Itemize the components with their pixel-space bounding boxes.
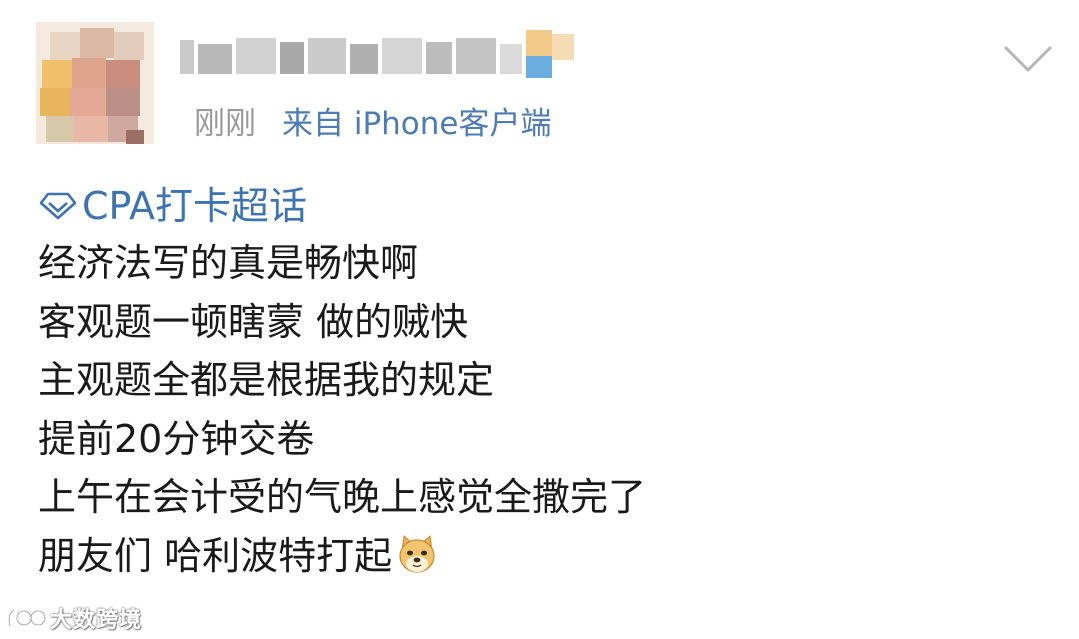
post-line: 上午在会计受的气晚上感觉全撒完了 [38,475,647,519]
post-text: 经济法写的真是畅快啊 客观题一顿瞎蒙 做的贼快 主观题全都是根据我的规定 提前2… [38,234,1048,585]
post-line: 客观题一顿瞎蒙 做的贼快 [38,299,469,344]
post-line-last: 朋友们 哈利波特打起 [38,527,1048,586]
super-topic-diamond-icon [39,192,77,220]
post-line: 朋友们 哈利波特打起 [38,533,393,578]
post-line: 主观题全都是根据我的规定 [38,358,495,402]
post-line: 经济法写的真是畅快啊 [38,241,419,285]
chevron-down-icon[interactable] [1002,42,1054,76]
post-source[interactable]: 来自 iPhone客户端 [282,106,552,142]
post-line: 提前20分钟交卷 [38,416,315,461]
watermark-text: 大数跨境 [50,608,143,633]
watermark: 大数跨境 [4,602,142,634]
weibo-post-card: 刚刚 来自 iPhone客户端 CPA打卡超话 经济法写的真是畅快啊 客观题一顿瞎… [0,0,1079,639]
doge-emoji-icon [396,533,438,592]
avatar[interactable] [36,22,154,144]
super-topic-label[interactable]: CPA打卡超话 [82,178,307,234]
post-meta: 刚刚 来自 iPhone客户端 [194,100,552,148]
post-content: CPA打卡超话 经济法写的真是畅快啊 客观题一顿瞎蒙 做的贼快 主观题全都是根据… [38,178,1048,585]
username-obscured[interactable] [180,30,580,88]
watermark-logo-icon [7,608,47,627]
post-time: 刚刚 [194,106,256,142]
super-topic-link[interactable]: CPA打卡超话 [38,178,1048,234]
